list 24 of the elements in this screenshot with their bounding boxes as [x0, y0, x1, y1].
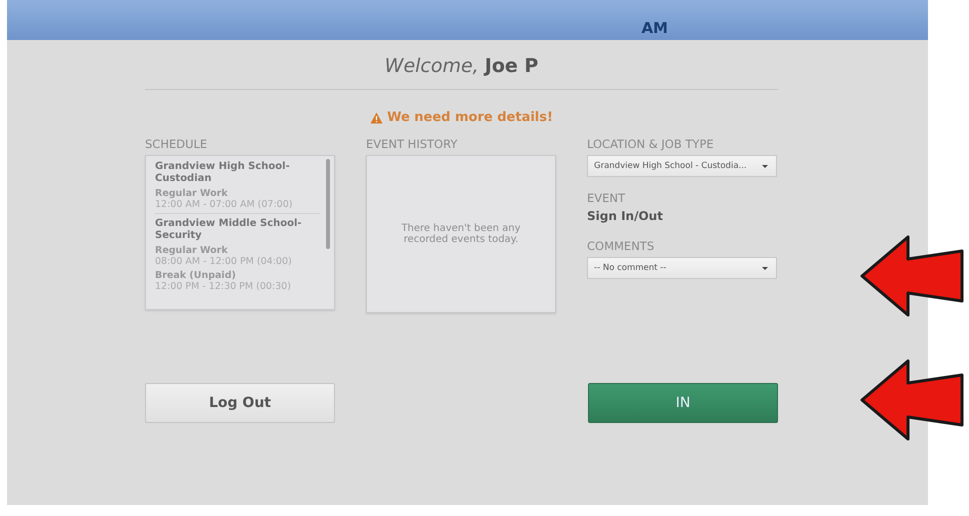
- event-label: EVENT: [587, 191, 626, 205]
- job-title: Grandview High School-Custodian: [155, 161, 291, 185]
- work-type: Break (Unpaid): [155, 270, 237, 281]
- event-value: Sign In/Out: [587, 209, 664, 223]
- clock-meridiem: AM: [641, 21, 668, 39]
- job-title: Grandview Middle School-Security: [155, 213, 320, 242]
- empty-message: There haven't been any recorded events today.: [400, 223, 522, 245]
- time-range: 08:00 AM - 12:00 PM (04:00): [155, 256, 293, 267]
- time-range: 12:00 PM - 12:30 PM (00:30): [155, 281, 292, 292]
- work-type: Regular Work: [155, 188, 229, 199]
- time-range: 12:00 AM - 07:00 AM (07:00): [155, 199, 294, 210]
- location-dropdown[interactable]: Grandview High School - Custodia...: [587, 155, 777, 177]
- work-type: Regular Work: [155, 245, 229, 256]
- log-out-button[interactable]: Log Out: [145, 383, 335, 423]
- event-history-label: EVENT HISTORY: [366, 137, 458, 151]
- location-label: LOCATION & JOB TYPE: [587, 137, 715, 151]
- comments-label: COMMENTS: [587, 239, 656, 253]
- alert-text: We need more details!: [387, 110, 553, 125]
- warning-icon: [370, 112, 384, 124]
- welcome-text: Welcome, Joe P: [145, 40, 778, 90]
- comments-dropdown[interactable]: -- No comment --: [587, 257, 777, 279]
- scrollbar-thumb[interactable]: [326, 159, 330, 249]
- sign-in-button[interactable]: IN: [588, 383, 778, 423]
- schedule-label: SCHEDULE: [145, 137, 208, 151]
